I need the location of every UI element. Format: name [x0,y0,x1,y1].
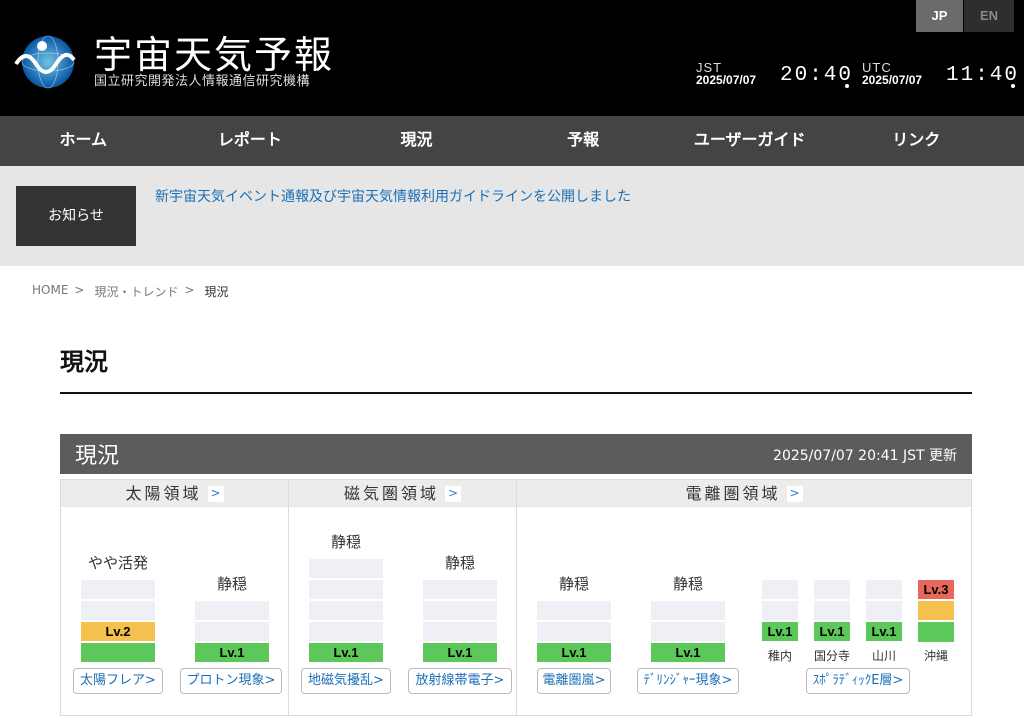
solar-flare-status: やや活発 [87,554,148,572]
proton-status: 静穏 [216,575,247,593]
geomag-button[interactable]: 地磁気擾乱> [301,668,391,694]
site-subtitle: 国立研究開発法人情報通信研究機構 [94,74,311,89]
wakkanai-level: Lv.1 [762,622,798,641]
breadcrumb-current: 現況 [204,285,229,299]
okinawa-level: Lv.3 [918,580,954,599]
geomag-status: 静穏 [330,533,361,551]
level-bar-empty [195,622,269,641]
status-panel-header: 現況 2025/07/07 20:41 JST 更新 [60,434,972,474]
solar-column-title: 太陽領域 [125,484,202,503]
level-bar-empty [309,580,383,599]
radiation-belt-button[interactable]: 放射線帯電子> [408,668,512,694]
site-header: 宇宙天気予報 国立研究開発法人情報通信研究機構 JP EN JST 2025/0… [0,0,1024,116]
level-bar-empty [537,622,611,641]
level-bar-fill [918,622,954,642]
nav-current[interactable]: 現況 [333,116,500,166]
panel-title: 現況 [75,444,120,469]
sporadic-e-button[interactable]: ｽﾎﾟﾗﾃﾞｨｯｸE層> [806,668,910,694]
utc-time: 11:40 [946,64,1020,87]
iono-column: 電離圏領域 > 静穏 Lv.1 電離圏嵐> 静穏 Lv.1 ﾃﾞﾘﾝｼﾞｬｰ現象>… [517,479,971,716]
geomag-level: Lv.1 [309,643,383,662]
solar-flare-button[interactable]: 太陽フレア> [73,668,163,694]
level-bar-empty [762,601,798,620]
iono-storm-button[interactable]: 電離圏嵐> [537,668,611,694]
level-bar-empty [537,601,611,620]
level-bar-empty [309,622,383,641]
nict-logo-icon[interactable] [12,30,78,92]
breadcrumb-home[interactable]: HOME [32,283,68,300]
dellinger-button[interactable]: ﾃﾞﾘﾝｼﾞｬｰ現象> [637,668,739,694]
level-bar-empty [651,601,725,620]
level-bar-empty [309,559,383,578]
level-bar-empty [81,601,155,620]
level-bar-empty [309,601,383,620]
iono-storm-level: Lv.1 [537,643,611,662]
station-yamagawa: 山川 [871,649,896,663]
level-bar-empty [423,622,497,641]
dellinger-status: 静穏 [672,575,703,593]
nav-home[interactable]: ホーム [0,116,167,166]
notice-bar: お知らせ 新宇宙天気イベント通報及び宇宙天気情報利用ガイドラインを公開しました [0,166,1024,266]
nav-report[interactable]: レポート [167,116,334,166]
level-bar-empty [866,601,902,620]
solar-arrow-icon[interactable]: > [207,486,224,502]
level-bar-empty [195,601,269,620]
level-bar-empty [814,601,850,620]
breadcrumb-trend[interactable]: 現況・トレンド [94,283,178,300]
iono-arrow-icon[interactable]: > [786,486,803,502]
solar-flare-level: Lv.2 [81,622,155,641]
iono-column-title: 電離圏領域 [685,484,781,503]
lang-jp-button[interactable]: JP [916,0,963,32]
level-bar-empty [762,580,798,599]
utc-dot [1011,84,1015,88]
notice-label: お知らせ [16,186,136,246]
status-panel-body: 太陽領域 > やや活発 Lv.2 太陽フレア> 静穏 Lv.1 プロトン現象> 磁… [60,479,972,716]
iono-column-header: 電離圏領域 > [517,479,971,507]
level-bar-empty [814,580,850,599]
solar-column-header: 太陽領域 > [61,479,288,507]
level-bar-empty [81,580,155,599]
nav-links[interactable]: リンク [833,116,1000,166]
level-bar-fill [81,643,155,662]
solar-column: 太陽領域 > やや活発 Lv.2 太陽フレア> 静穏 Lv.1 プロトン現象> [61,479,289,716]
nav-user-guide[interactable]: ユーザーガイド [666,116,833,166]
breadcrumb-separator: > [74,283,85,297]
panel-updated-time: 2025/07/07 20:41 JST 更新 [773,448,957,464]
dellinger-level: Lv.1 [651,643,725,662]
main-nav: ホーム レポート 現況 予報 ユーザーガイド リンク [0,116,1024,166]
yamagawa-level: Lv.1 [866,622,902,641]
title-divider [60,392,972,394]
jst-dot [845,84,849,88]
station-kokubunji: 国分寺 [813,649,850,663]
kokubunji-level: Lv.1 [814,622,850,641]
station-wakkanai: 稚内 [767,649,792,663]
proton-button[interactable]: プロトン現象> [180,668,282,694]
level-bar-fill [918,601,954,620]
magneto-column-header: 磁気圏領域 > [289,479,516,507]
breadcrumb-separator: > [184,283,195,297]
iono-storm-status: 静穏 [558,575,589,593]
radiation-belt-level: Lv.1 [423,643,497,662]
jst-time: 20:40 [780,64,854,87]
magneto-column: 磁気圏領域 > 静穏 Lv.1 地磁気擾乱> 静穏 Lv.1 放射線帯電子> [289,479,517,716]
level-bar-empty [866,580,902,599]
station-okinawa: 沖縄 [923,649,948,663]
breadcrumb: HOME > 現況・トレンド > 現況 [32,283,229,300]
jst-date: 2025/07/07 [696,73,757,87]
radiation-belt-status: 静穏 [444,554,475,572]
level-bar-empty [651,622,725,641]
utc-date: 2025/07/07 [862,73,923,87]
nav-forecast[interactable]: 予報 [500,116,667,166]
page-title: 現況 [60,348,108,376]
proton-level: Lv.1 [195,643,269,662]
level-bar-empty [423,580,497,599]
notice-link[interactable]: 新宇宙天気イベント通報及び宇宙天気情報利用ガイドラインを公開しました [155,186,631,206]
level-bar-empty [423,601,497,620]
lang-en-button[interactable]: EN [964,0,1014,32]
magneto-column-title: 磁気圏領域 [343,484,439,503]
magneto-arrow-icon[interactable]: > [445,486,461,502]
